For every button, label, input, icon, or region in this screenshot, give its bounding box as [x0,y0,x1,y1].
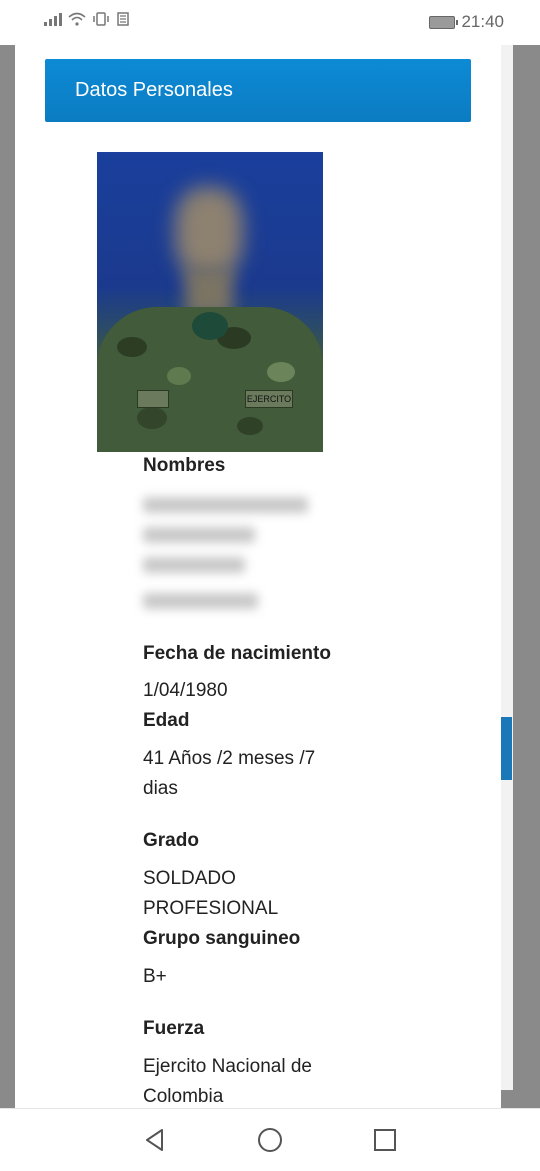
grupo-sanguineo-label: Grupo sanguineo [143,928,301,949]
status-bar: 21:40 [0,0,540,45]
name-tag: EJERCITO [245,390,293,408]
back-icon[interactable] [142,1127,168,1153]
fuerza-label: Fuerza [143,1018,205,1039]
vibrate-icon [93,12,109,26]
grado-value: SOLDADO PROFESIONAL [143,868,279,919]
nombres-label: Nombres [143,455,226,476]
edad-value: 41 Años /2 meses /7 dias [143,748,316,799]
redacted-name-line [143,593,258,609]
navigation-bar [0,1108,540,1171]
notification-icon [117,12,129,26]
fecha-nacimiento-label: Fecha de nacimiento [143,643,331,664]
clock: 21:40 [461,12,504,31]
rank-patch [137,390,169,408]
personal-data-card: Datos Personales EJERCITO Nombres Fecha … [15,45,501,1110]
signal-icon [44,12,62,26]
redacted-name-line [143,497,308,513]
profile-photo: EJERCITO [97,152,323,452]
wifi-icon [68,12,86,26]
redacted-name-line [143,557,245,573]
grado-label: Grado [143,830,199,851]
fecha-nacimiento-value: 1/04/1980 [143,680,228,701]
card-header: Datos Personales [45,59,471,122]
fuerza-value: Ejercito Nacional de Colombia [143,1056,312,1107]
edad-label: Edad [143,710,190,731]
status-icons-right: 21:40 [429,12,504,32]
battery-icon [429,15,459,29]
card-title: Datos Personales [75,79,233,101]
redacted-name-line [143,527,255,543]
status-icons-left [44,12,130,26]
grupo-sanguineo-value: B+ [143,966,167,987]
home-icon[interactable] [257,1127,283,1153]
background-card [500,45,513,1090]
recents-icon[interactable] [372,1127,398,1153]
background-accent [500,717,512,780]
